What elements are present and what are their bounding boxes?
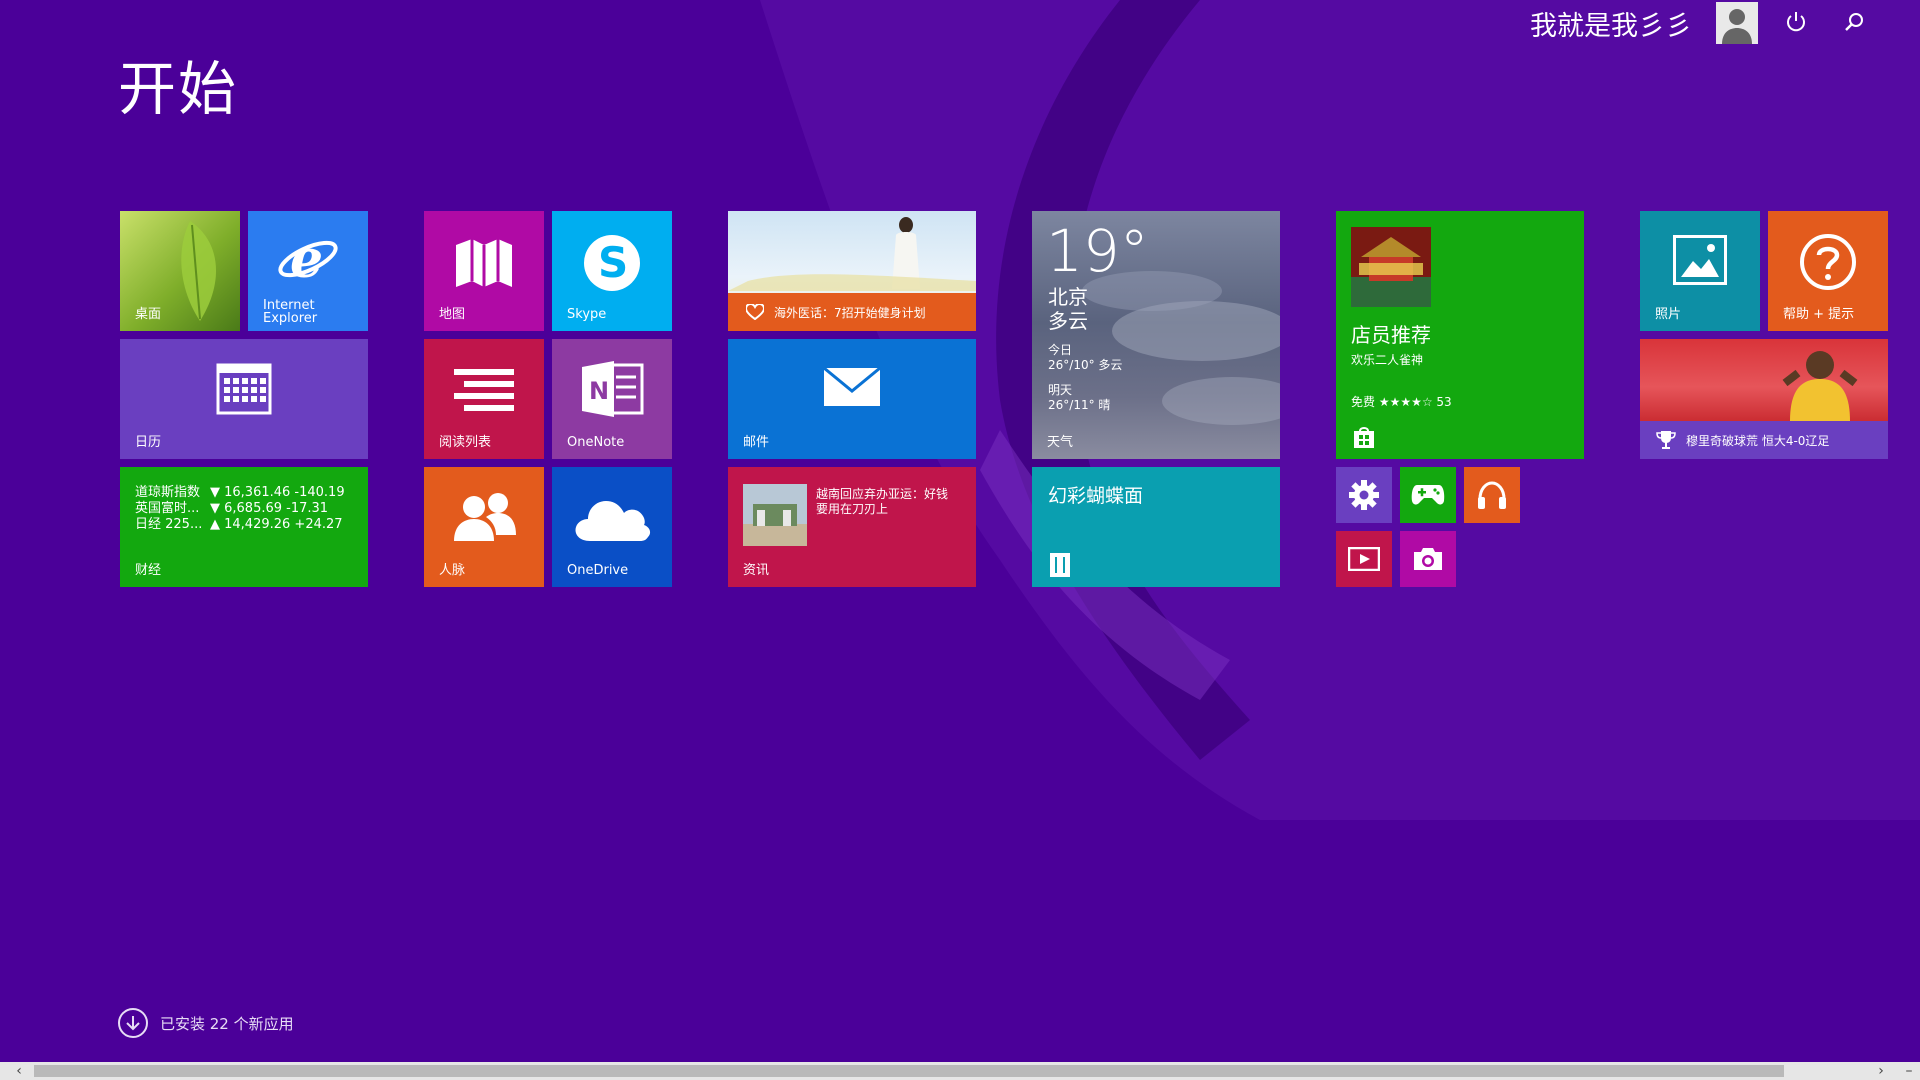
news-caption: 越南回应弃办亚运：好钱要用在刀刃上 xyxy=(816,487,949,516)
tile-help-tips[interactable]: 帮助 + 提示 xyxy=(1768,211,1888,331)
tile-label: 天气 xyxy=(1047,435,1074,450)
calendar-icon xyxy=(216,363,272,415)
map-icon xyxy=(456,239,512,287)
heart-icon xyxy=(746,304,764,320)
tile-label: 帮助 + 提示 xyxy=(1783,307,1855,322)
store-bag-icon xyxy=(1354,427,1374,448)
search-icon[interactable] xyxy=(1842,10,1866,34)
weather-tomorrow: 明天 26°/11° 晴 xyxy=(1048,383,1111,412)
tile-onenote[interactable]: N OneNote xyxy=(552,339,672,459)
horizontal-scrollbar[interactable]: ‹ › – xyxy=(0,1062,1920,1080)
tile-butterfly-noodles[interactable]: 幻彩蝴蝶面 xyxy=(1032,467,1280,587)
health-caption-bar: 海外医话：7招开始健身计划 xyxy=(728,293,976,331)
trophy-icon xyxy=(1656,431,1676,449)
start-title: 开始 xyxy=(118,55,239,123)
tile-camera[interactable] xyxy=(1400,531,1456,587)
question-icon xyxy=(1800,234,1856,290)
weather-city: 北京 多云 xyxy=(1048,285,1088,333)
all-apps-arrow-button[interactable] xyxy=(118,1008,148,1038)
tile-maps[interactable]: 地图 xyxy=(424,211,544,331)
tile-label: 资讯 xyxy=(743,563,770,578)
tile-label: OneNote xyxy=(567,435,625,450)
food-icon xyxy=(1050,553,1070,577)
tile-label: 桌面 xyxy=(135,307,162,322)
tile-video[interactable] xyxy=(1336,531,1392,587)
gamepad-icon xyxy=(1411,485,1445,505)
tile-music[interactable] xyxy=(1464,467,1520,523)
skype-icon: S xyxy=(584,235,640,291)
avatar[interactable] xyxy=(1716,2,1758,44)
user-name[interactable]: 我就是我彡彡 xyxy=(1530,4,1692,43)
installed-apps-text[interactable]: 已安装 22 个新应用 xyxy=(160,1013,294,1034)
video-icon xyxy=(1348,547,1380,571)
tile-finance[interactable]: 道琼斯指数 ▼ 16,361.46 -140.19 英国富时... ▼ 6,685.… xyxy=(120,467,368,587)
scroll-left-button[interactable]: ‹ xyxy=(10,1062,28,1080)
svg-text:e: e xyxy=(290,229,323,290)
tile-label: 财经 xyxy=(135,563,162,578)
tile-label: 地图 xyxy=(439,307,466,322)
tile-label: Internet Explorer xyxy=(263,298,318,326)
scroll-right-button[interactable]: › xyxy=(1872,1062,1890,1080)
headphones-icon xyxy=(1478,481,1506,509)
installed-apps-notice: 已安装 22 个新应用 xyxy=(118,1008,294,1038)
tile-label: 日历 xyxy=(135,435,162,450)
sports-caption-bar: 穆里奇破球荒 恒大4-0辽足 xyxy=(1640,421,1888,459)
health-caption: 海外医话：7招开始健身计划 xyxy=(774,305,926,320)
finance-row: 日经 225... ▲ 14,429.26 +24.27 xyxy=(135,517,343,532)
internet-explorer-icon: e xyxy=(278,229,338,290)
tile-settings[interactable] xyxy=(1336,467,1392,523)
tile-onedrive[interactable]: OneDrive xyxy=(552,467,672,587)
tile-skype[interactable]: S Skype xyxy=(552,211,672,331)
tile-health[interactable]: 海外医话：7招开始健身计划 xyxy=(728,211,976,331)
finance-rows: 道琼斯指数 ▼ 16,361.46 -140.19 英国富时... ▼ 6,685.… xyxy=(135,485,345,533)
gear-icon xyxy=(1349,480,1379,510)
health-photo xyxy=(728,217,976,291)
tile-label: Skype xyxy=(567,307,607,322)
tile-photos[interactable]: 照片 xyxy=(1640,211,1760,331)
tile-games[interactable] xyxy=(1400,467,1456,523)
sports-caption: 穆里奇破球荒 恒大4-0辽足 xyxy=(1686,433,1830,448)
finance-row: 道琼斯指数 ▼ 16,361.46 -140.19 xyxy=(135,485,345,500)
weather-today: 今日 26°/10° 多云 xyxy=(1048,343,1123,372)
tile-news[interactable]: 越南回应弃办亚运：好钱要用在刀刃上 资讯 xyxy=(728,467,976,587)
tile-label: OneDrive xyxy=(567,563,629,578)
mail-icon xyxy=(823,367,881,406)
photo-icon xyxy=(1673,235,1727,285)
svg-text:N: N xyxy=(589,377,609,405)
tile-label: 阅读列表 xyxy=(439,435,492,450)
zoom-out-button[interactable]: – xyxy=(1900,1062,1918,1080)
tile-reading-list[interactable]: 阅读列表 xyxy=(424,339,544,459)
power-icon[interactable] xyxy=(1784,10,1808,34)
reading-list-icon xyxy=(454,369,514,411)
store-subtitle: 欢乐二人雀神 xyxy=(1351,353,1424,367)
tile-sports[interactable]: 穆里奇破球荒 恒大4-0辽足 xyxy=(1640,339,1888,459)
tile-people[interactable]: 人脉 xyxy=(424,467,544,587)
tile-desktop[interactable]: 桌面 xyxy=(120,211,240,331)
tile-label: 照片 xyxy=(1655,307,1682,322)
sports-photo xyxy=(1782,351,1858,421)
onenote-icon: N xyxy=(582,361,644,417)
people-icon xyxy=(454,493,516,541)
weather-temperature: 19° xyxy=(1046,217,1149,285)
store-rating: 免费 ★★★★☆ 53 xyxy=(1351,395,1452,409)
tile-calendar[interactable]: 日历 xyxy=(120,339,368,459)
tile-internet-explorer[interactable]: e Internet Explorer xyxy=(248,211,368,331)
camera-icon xyxy=(1414,548,1442,570)
onedrive-cloud-icon xyxy=(575,501,651,541)
tile-store[interactable]: 店员推荐 欢乐二人雀神 免费 ★★★★☆ 53 xyxy=(1336,211,1584,459)
store-title: 店员推荐 xyxy=(1351,323,1431,347)
arrow-down-icon xyxy=(126,1016,140,1031)
butterfly-title: 幻彩蝴蝶面 xyxy=(1048,485,1144,507)
tile-weather[interactable]: 19° 北京 多云 今日 26°/10° 多云 明天 26°/11° 晴 天气 xyxy=(1032,211,1280,459)
finance-row: 英国富时... ▼ 6,685.69 -17.31 xyxy=(135,501,329,516)
tile-label: 邮件 xyxy=(743,435,770,450)
tile-mail[interactable]: 邮件 xyxy=(728,339,976,459)
news-thumbnail xyxy=(743,484,807,546)
scroll-thumb[interactable] xyxy=(34,1065,1784,1077)
tile-label: 人脉 xyxy=(439,563,466,578)
user-silhouette-icon xyxy=(1722,9,1752,44)
svg-text:S: S xyxy=(598,238,628,287)
app-thumbnail xyxy=(1351,227,1431,307)
